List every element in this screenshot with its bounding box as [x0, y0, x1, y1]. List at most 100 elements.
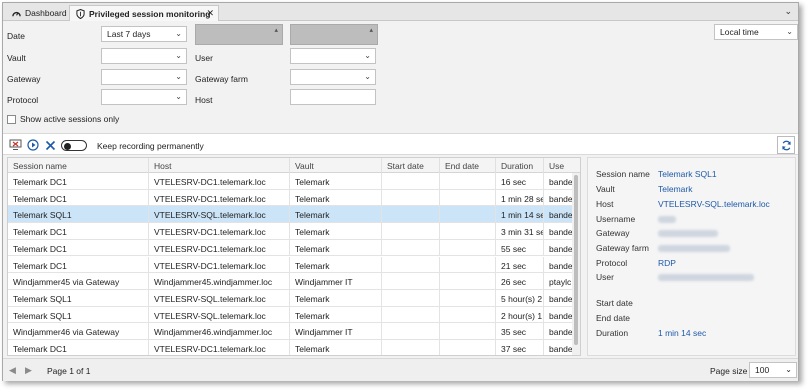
window: Dashboard Privileged session monitoring … — [2, 2, 799, 381]
table-row[interactable]: Windjammer46 via Gateway Windjammer46.win… — [8, 323, 580, 340]
date-select[interactable]: Last 7 days ⌄ — [101, 26, 187, 42]
page-size-label: Page size — [710, 366, 748, 376]
detail-host-value[interactable]: VTELESRV-SQL.telemark.loc — [658, 199, 770, 209]
tab-dashboard[interactable]: Dashboard — [6, 5, 67, 21]
table-row[interactable]: Telemark SQL1 VTELESRV-SQL.telemark.loc Te… — [8, 289, 580, 307]
table-row[interactable]: Telemark SQL1 VTELESRV-SQL.telemark.loc Te… — [8, 206, 580, 224]
cell-vault: Telemark — [290, 306, 382, 324]
cell-session-name: Telemark DC1 — [8, 256, 149, 274]
cell-vault: Telemark — [290, 173, 382, 190]
cell-host: VTELESRV-SQL.telemark.loc — [149, 306, 290, 324]
refresh-button[interactable] — [777, 136, 795, 154]
cell-start-date — [382, 289, 440, 307]
grid-scrollbar[interactable] — [572, 173, 580, 355]
detail-gateway-label: Gateway — [596, 228, 630, 238]
date-label: Date — [7, 31, 25, 41]
vault-select[interactable]: ⌄ — [101, 48, 187, 64]
calendar-marker-icon: ▴ — [274, 27, 278, 34]
cell-duration: 3 min 31 se — [496, 223, 544, 240]
page-size-select[interactable]: 100 ⌄ — [749, 362, 797, 378]
timezone-select[interactable]: Local time ⌄ — [714, 24, 798, 40]
cell-vault: Telemark — [290, 189, 382, 207]
cell-session-name: Windjammer46 via Gateway — [8, 323, 149, 340]
host-input[interactable] — [290, 89, 376, 105]
cell-session-name: Telemark SQL1 — [8, 206, 149, 224]
page-indicator: Page 1 of 1 — [47, 366, 91, 376]
user-select[interactable]: ⌄ — [290, 48, 376, 64]
cell-end-date — [440, 206, 496, 224]
column-header-start-date[interactable]: Start date — [382, 158, 440, 173]
stop-session-button[interactable] — [7, 137, 23, 153]
chevron-down-icon: ⌄ — [786, 27, 793, 36]
gateway-select[interactable]: ⌄ — [101, 69, 187, 85]
detail-session-name-label: Session name — [596, 169, 650, 179]
next-page-icon[interactable]: ▶ — [25, 365, 32, 376]
cell-end-date — [440, 323, 496, 340]
table-row[interactable]: Telemark SQL1 VTELESRV-SQL.telemark.loc Te… — [8, 306, 580, 324]
detail-end-date-label: End date — [596, 313, 631, 323]
cell-end-date — [440, 289, 496, 307]
detail-session-name-value: Telemark SQL1 — [658, 169, 717, 179]
cell-vault: Windjammer IT — [290, 273, 382, 290]
detail-username-redacted — [658, 216, 676, 223]
chevron-down-icon: ⌄ — [175, 29, 182, 38]
vault-label: Vault — [7, 53, 26, 63]
cell-start-date — [382, 223, 440, 240]
play-recording-button[interactable] — [25, 137, 41, 153]
cell-end-date — [440, 223, 496, 240]
detail-gateway-redacted — [658, 230, 718, 237]
cell-duration: 1 min 28 se — [496, 189, 544, 207]
detail-protocol-label: Protocol — [596, 258, 628, 268]
column-header-duration[interactable]: Duration — [496, 158, 544, 173]
cell-duration: 2 hour(s) 1 — [496, 306, 544, 324]
cell-vault: Telemark — [290, 289, 382, 307]
chevron-down-icon: ⌄ — [364, 72, 371, 81]
column-header-host[interactable]: Host — [149, 158, 290, 173]
table-row[interactable]: Windjammer45 via Gateway Windjammer45.win… — [8, 273, 580, 290]
column-header-user[interactable]: Use — [544, 158, 580, 173]
chevron-down-icon[interactable]: ⌄ — [784, 6, 792, 17]
session-detail-panel: Session name Telemark SQL1 Vault Telemar… — [587, 157, 796, 356]
column-header-end-date[interactable]: End date — [440, 158, 496, 173]
chevron-down-icon: ⌄ — [175, 92, 182, 101]
cell-duration: 21 sec — [496, 256, 544, 274]
cell-start-date — [382, 206, 440, 224]
close-icon[interactable]: ✕ — [206, 8, 214, 19]
column-header-session-name[interactable]: Session name — [8, 158, 149, 173]
start-date-field[interactable]: ▴ — [195, 24, 283, 45]
table-row[interactable]: Telemark DC1 VTELESRV-DC1.telemark.loc Tel… — [8, 189, 580, 207]
table-row[interactable]: Telemark DC1 VTELESRV-DC1.telemark.loc Tel… — [8, 173, 580, 190]
scrollbar-thumb[interactable] — [574, 175, 578, 345]
show-active-checkbox[interactable] — [7, 115, 16, 124]
protocol-label: Protocol — [7, 95, 39, 105]
cell-end-date — [440, 173, 496, 190]
cell-duration: 16 sec — [496, 173, 544, 190]
cell-end-date — [440, 239, 496, 257]
date-select-value: Last 7 days — [107, 29, 151, 39]
end-date-field[interactable]: ▴ — [290, 24, 378, 45]
cancel-button[interactable] — [42, 137, 58, 153]
detail-username-label: Username — [596, 214, 636, 224]
cell-duration: 5 hour(s) 2 — [496, 289, 544, 307]
table-row[interactable]: Telemark DC1 VTELESRV-DC1.telemark.loc Tel… — [8, 223, 580, 240]
cell-end-date — [440, 189, 496, 207]
previous-page-icon[interactable]: ◀ — [9, 365, 16, 376]
cell-start-date — [382, 306, 440, 324]
detail-vault-value[interactable]: Telemark — [658, 184, 692, 194]
cell-vault: Telemark — [290, 256, 382, 274]
table-row[interactable]: Telemark DC1 VTELESRV-DC1.telemark.loc Tel… — [8, 256, 580, 274]
cell-start-date — [382, 323, 440, 340]
cell-start-date — [382, 173, 440, 190]
dashboard-icon — [12, 9, 21, 18]
protocol-select[interactable]: ⌄ — [101, 89, 187, 105]
shield-icon — [76, 8, 85, 19]
table-row[interactable]: Telemark DC1 VTELESRV-DC1.telemark.loc Tel… — [8, 239, 580, 257]
cell-duration: 55 sec — [496, 239, 544, 257]
tab-privileged-session-monitoring[interactable]: Privileged session monitoring ✕ — [69, 5, 219, 21]
cell-host: Windjammer45.windjammer.loc — [149, 273, 290, 290]
keep-recording-toggle[interactable] — [61, 140, 87, 151]
cell-session-name: Telemark DC1 — [8, 189, 149, 207]
column-header-vault[interactable]: Vault — [290, 158, 382, 173]
gateway-farm-select[interactable]: ⌄ — [290, 69, 376, 85]
table-row[interactable]: Telemark DC1 VTELESRV-DC1.telemark.loc Tel… — [8, 340, 580, 355]
